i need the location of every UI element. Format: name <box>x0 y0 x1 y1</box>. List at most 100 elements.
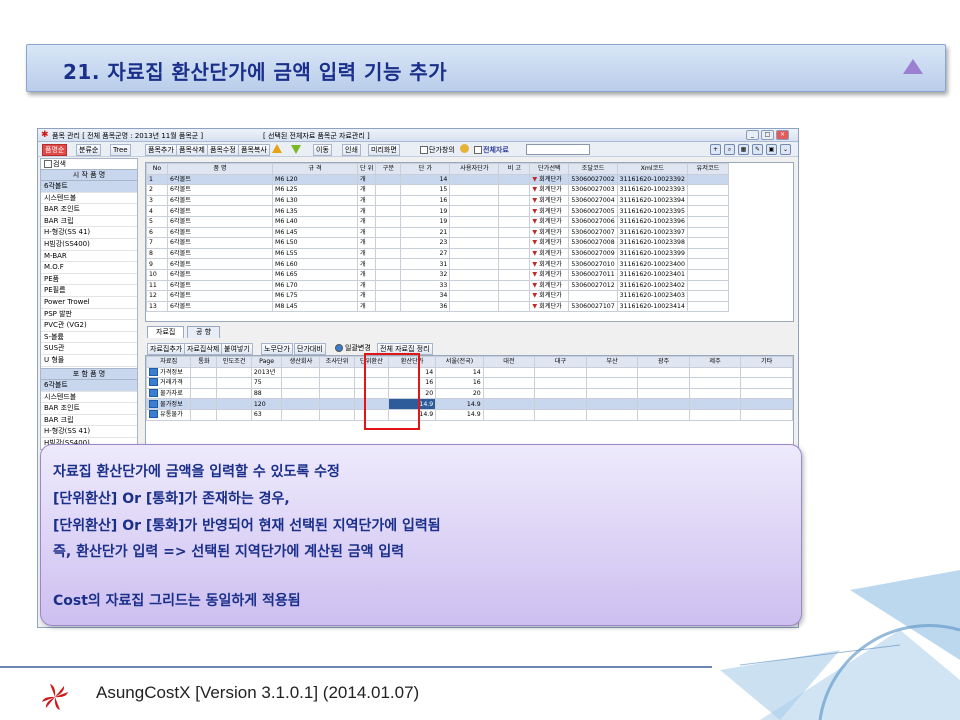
table-cell[interactable] <box>449 258 500 270</box>
table-cell[interactable] <box>686 215 729 228</box>
list-item[interactable]: PE품 <box>41 274 137 286</box>
table-cell[interactable] <box>688 398 742 410</box>
table-cell[interactable]: ▼ 회계단가 <box>529 268 570 281</box>
tab-sort-category[interactable]: 분류순 <box>76 144 102 156</box>
table-cell[interactable] <box>686 226 729 239</box>
list-item[interactable]: M.O.F <box>41 262 137 274</box>
table-cell[interactable]: 12 <box>146 290 168 302</box>
table-row[interactable]: 11 6각볼트 M6 L70 개 33 ▼ 회계단가 53060027012 31161620… <box>146 279 729 292</box>
table-cell[interactable] <box>637 398 690 410</box>
dropdown-arrow-icon[interactable]: ▼ <box>532 239 539 246</box>
column-header[interactable]: 사용자단가 <box>449 163 500 175</box>
table-cell[interactable] <box>686 290 729 302</box>
table-cell[interactable] <box>585 398 639 410</box>
move-button[interactable]: 이동 <box>313 144 332 156</box>
table-cell[interactable] <box>375 290 402 302</box>
dropdown-arrow-icon[interactable]: ▼ <box>532 208 539 215</box>
radio-icon[interactable] <box>335 344 343 352</box>
table-cell[interactable]: 2013년 <box>250 366 283 379</box>
column-header[interactable]: 단 가 <box>400 163 451 175</box>
table-cell[interactable]: 1 <box>146 173 168 186</box>
table-row[interactable]: 거래가격 75 16 16 <box>146 377 793 389</box>
table-cell[interactable]: 31161620-10023394 <box>616 194 688 207</box>
list-item[interactable]: 시스텐드볼 <box>41 392 137 404</box>
table-cell[interactable]: 13 <box>146 300 168 313</box>
table-cell[interactable] <box>534 398 587 410</box>
dropdown-arrow-icon[interactable]: ▼ <box>532 250 539 257</box>
table-cell[interactable] <box>190 366 218 379</box>
table-cell[interactable] <box>190 377 218 389</box>
all-data-checkbox[interactable]: 전체자료 <box>474 145 509 155</box>
table-cell[interactable]: 53060027005 <box>568 205 618 217</box>
table-cell[interactable] <box>498 268 531 281</box>
table-cell[interactable]: 6각볼트 <box>167 258 273 270</box>
column-header[interactable]: 서울(전국) <box>435 356 484 368</box>
list-item[interactable]: BAR 조인트 <box>41 204 137 216</box>
table-cell[interactable] <box>498 205 531 217</box>
table-cell[interactable]: 6각볼트 <box>167 268 273 281</box>
dropdown-arrow-icon[interactable]: ▼ <box>532 229 539 236</box>
dropdown-arrow-icon[interactable]: ▼ <box>532 292 539 299</box>
table-row[interactable]: 9 6각볼트 M6 L60 개 31 ▼ 회계단가 53060027010 31161620-… <box>146 258 729 270</box>
table-cell[interactable] <box>482 377 536 389</box>
column-header[interactable]: 기타 <box>740 356 793 368</box>
table-cell[interactable] <box>482 387 536 400</box>
table-cell[interactable] <box>686 268 729 281</box>
table-cell[interactable]: M6 L65 <box>272 268 358 281</box>
filter-select[interactable] <box>526 144 590 155</box>
column-header[interactable]: 비 고 <box>498 163 531 175</box>
table-cell[interactable]: 6각볼트 <box>167 194 273 207</box>
table-cell[interactable] <box>319 408 355 421</box>
table-cell[interactable] <box>637 387 690 400</box>
dropdown-arrow-icon[interactable]: ▼ <box>532 176 539 183</box>
add-datasheet-button[interactable]: 자료집추가 <box>147 343 186 355</box>
table-cell[interactable] <box>375 226 402 239</box>
table-cell[interactable] <box>498 184 531 196</box>
table-cell[interactable] <box>449 205 500 217</box>
table-cell[interactable] <box>498 194 531 207</box>
table-cell[interactable] <box>498 247 531 260</box>
table-cell[interactable]: ▼ 회계단가 <box>529 205 570 217</box>
table-cell[interactable]: 15 <box>400 184 451 196</box>
list-item[interactable]: 6각볼트 <box>41 380 137 392</box>
table-cell[interactable]: 물가정보 <box>146 398 192 410</box>
table-cell[interactable] <box>449 184 500 196</box>
table-cell[interactable]: ▼ 회계단가 <box>529 290 570 302</box>
column-header[interactable]: 단가선택 <box>529 163 570 175</box>
tab-trend[interactable]: 공 향 <box>187 326 221 338</box>
print-button[interactable]: 인쇄 <box>342 144 361 156</box>
table-cell[interactable]: 개 <box>356 184 377 196</box>
table-cell[interactable]: 19 <box>400 215 451 228</box>
table-cell[interactable] <box>534 377 587 389</box>
table-cell[interactable] <box>534 387 587 400</box>
price-compare-button[interactable]: 단가대비 <box>294 343 326 355</box>
table-cell[interactable]: 14 <box>400 173 451 186</box>
list-item[interactable]: U 형몰 <box>41 355 137 367</box>
table-cell[interactable]: 53060027008 <box>568 237 618 249</box>
column-header[interactable]: 광주 <box>637 356 690 368</box>
table-cell[interactable]: 2 <box>146 184 168 196</box>
copy-item-button[interactable]: 품목복사 <box>238 144 270 156</box>
list-item[interactable]: H빔강(SS400) <box>41 239 137 251</box>
table-cell[interactable]: 31161620-10023403 <box>616 290 688 302</box>
table-cell[interactable] <box>375 237 402 249</box>
column-header[interactable]: Xml코드 <box>616 163 688 175</box>
save-icon[interactable]: ▣ <box>766 144 777 155</box>
tab-sort-name[interactable]: 품명순 <box>42 144 68 156</box>
table-cell[interactable] <box>216 408 252 421</box>
table-cell[interactable]: ▼ 회계단가 <box>529 300 570 313</box>
table-cell[interactable]: 11 <box>146 279 168 292</box>
table-cell[interactable] <box>449 247 500 260</box>
table-row[interactable]: 3 6각볼트 M6 L30 개 16 ▼ 회계단가 53060027004 31161620-… <box>146 194 729 207</box>
table-cell[interactable] <box>281 366 321 379</box>
table-cell[interactable] <box>375 215 402 228</box>
table-cell[interactable]: 6 <box>146 226 168 239</box>
column-header[interactable]: 조사단위 <box>319 356 355 368</box>
table-cell[interactable]: 개 <box>356 226 377 239</box>
table-cell[interactable]: 6각볼트 <box>167 247 273 260</box>
column-header[interactable]: 인도조건 <box>216 356 252 368</box>
table-cell[interactable]: 27 <box>400 247 451 260</box>
table-cell[interactable] <box>686 247 729 260</box>
preview-button[interactable]: 미리화면 <box>368 144 400 156</box>
column-header[interactable]: Page <box>250 356 283 368</box>
